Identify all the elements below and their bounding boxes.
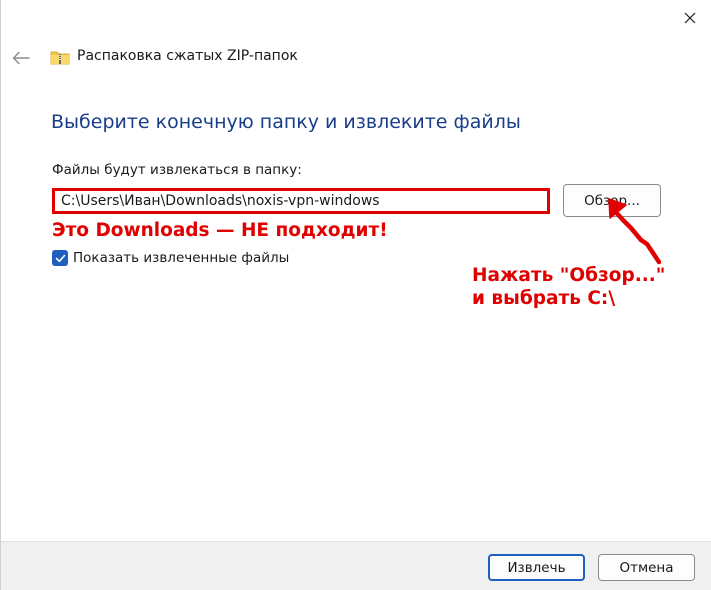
annotation-wrong-location: Это Downloads — НЕ подходит! xyxy=(52,220,388,241)
show-files-checkbox[interactable] xyxy=(52,250,68,266)
close-icon xyxy=(684,12,695,24)
checkmark-icon xyxy=(55,254,65,262)
back-button[interactable] xyxy=(9,46,33,70)
show-files-label: Показать извлеченные файлы xyxy=(73,250,290,266)
annotation-instruction: Нажать "Обзор..." и выбрать C:\ xyxy=(472,264,665,310)
wizard-title: Распаковка сжатых ZIP-папок xyxy=(77,48,298,64)
close-button[interactable] xyxy=(667,0,711,36)
page-heading: Выберите конечную папку и извлеките файл… xyxy=(51,111,521,133)
extract-wizard-window: Распаковка сжатых ZIP-папок Выберите кон… xyxy=(0,0,711,590)
annotation-arrow-icon xyxy=(608,198,662,265)
back-arrow-icon xyxy=(12,51,30,65)
show-files-option[interactable]: Показать извлеченные файлы xyxy=(52,249,289,267)
annotation-instruction-line1: Нажать "Обзор..." xyxy=(472,265,666,286)
path-label: Файлы будут извлекаться в папку: xyxy=(52,162,302,178)
cancel-button[interactable]: Отмена xyxy=(598,554,695,581)
destination-path-input[interactable] xyxy=(52,188,550,214)
extract-button[interactable]: Извлечь xyxy=(488,554,585,581)
annotation-instruction-line2: и выбрать C:\ xyxy=(472,288,616,309)
dialog-footer: Извлечь Отмена xyxy=(1,541,711,590)
zip-folder-icon xyxy=(50,51,70,65)
